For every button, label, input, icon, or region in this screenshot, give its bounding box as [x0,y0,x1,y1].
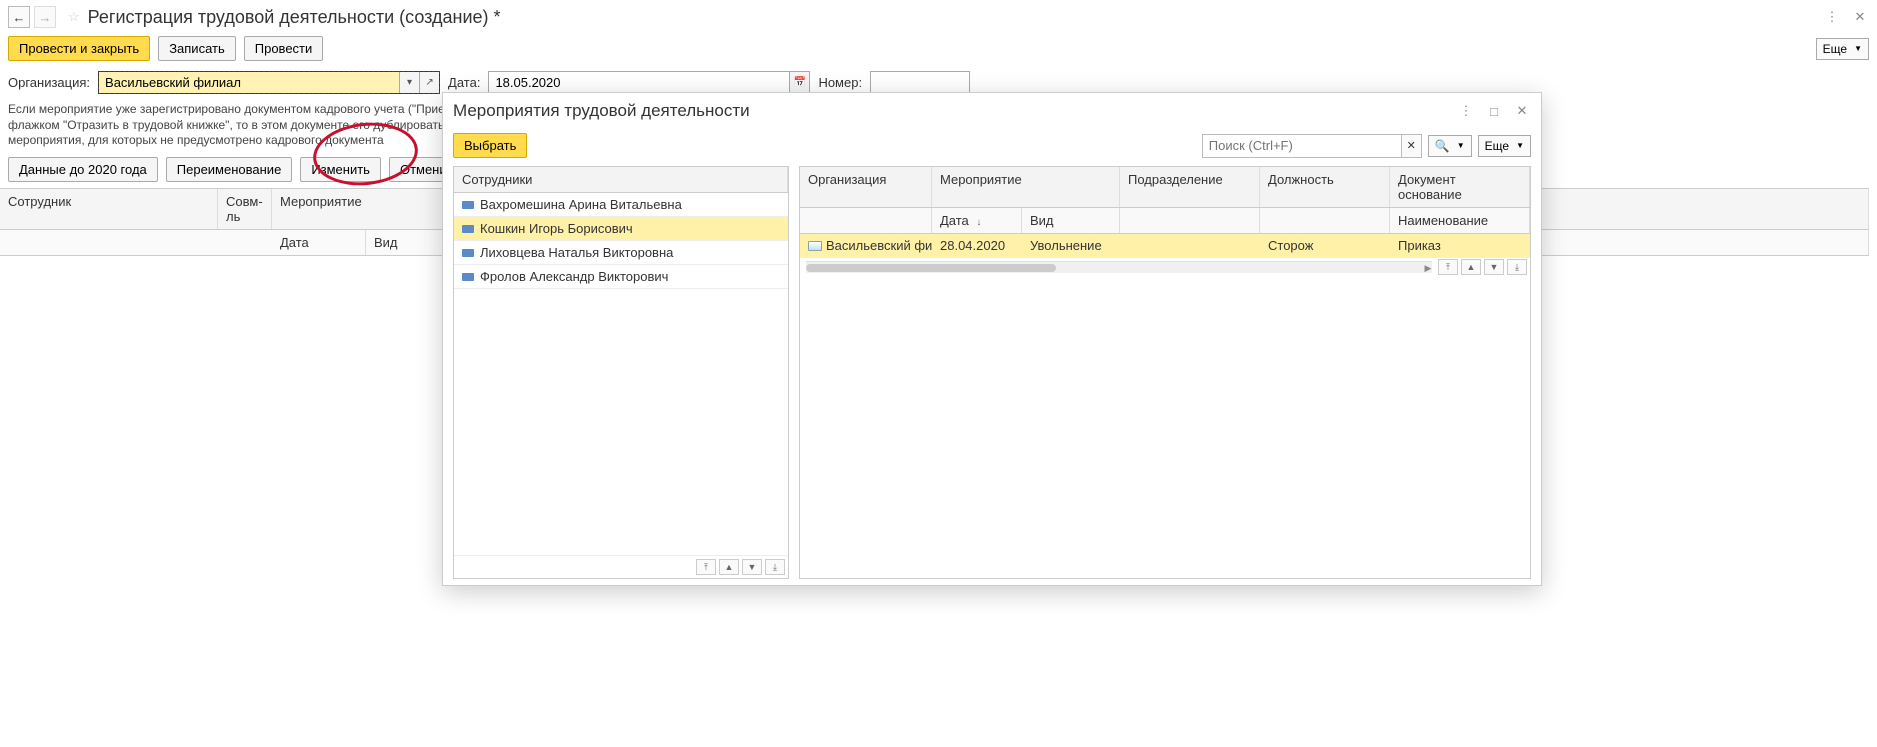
subcol-name[interactable]: Наименование [1390,208,1530,233]
employee-icon [462,273,474,281]
events-panel: Организация Мероприятие Подразделение До… [799,166,1531,579]
employee-row[interactable]: Фролов Александр Викторович [454,265,788,289]
select-button[interactable]: Выбрать [453,133,527,158]
employee-icon [462,201,474,209]
org-combo[interactable]: ▾ ↗ [98,71,440,94]
col-org[interactable]: Организация [800,167,932,207]
search-input[interactable] [1202,134,1402,158]
number-input[interactable] [870,71,970,94]
more-label: Еще [1823,42,1847,56]
col-date[interactable]: Дата [272,230,366,255]
post-and-close-button[interactable]: Провести и закрыть [8,36,150,61]
more-button-dialog[interactable]: Еще ▼ [1478,135,1531,157]
col-doc-base[interactable]: Документ основание [1390,167,1530,207]
post-button[interactable]: Провести [244,36,324,61]
horizontal-scrollbar[interactable]: ◀ ▶ [806,261,1432,273]
org-label: Организация: [8,75,90,90]
page-title: Регистрация трудовой деятельности (созда… [88,7,501,28]
event-row[interactable]: Васильевский фи… 28.04.2020 Увольнение С… [800,234,1530,257]
col-event[interactable]: Мероприятие [932,167,1120,207]
employee-name: Лиховцева Наталья Викторовна [480,245,673,260]
search-clear-icon[interactable]: ✕ [1402,134,1422,158]
scroll-up-icon[interactable]: ▲ [1461,259,1481,275]
scroll-top-icon[interactable]: ⤒ [696,559,716,575]
save-button[interactable]: Записать [158,36,236,61]
scroll-right-icon[interactable]: ▶ [1422,262,1434,274]
nav-forward-button[interactable]: → [34,6,56,28]
scroll-bottom-icon[interactable]: ⤓ [765,559,785,575]
employee-row[interactable]: Кошкин Игорь Борисович [454,217,788,241]
employees-header[interactable]: Сотрудники [454,167,788,192]
dialog-close-icon[interactable]: ✕ [1513,102,1531,120]
employee-name: Кошкин Игорь Борисович [480,221,633,236]
employees-panel: Сотрудники Вахромешина Арина Витальевна К… [453,166,789,579]
scroll-top-icon[interactable]: ⤒ [1438,259,1458,275]
employee-row[interactable]: Вахромешина Арина Витальевна [454,193,788,217]
chevron-down-icon: ▼ [1516,141,1524,150]
nav-back-button[interactable]: ← [8,6,30,28]
employee-icon [462,249,474,257]
dialog-kebab-icon[interactable]: ⋮ [1457,102,1475,120]
events-dialog: Мероприятия трудовой деятельности ⋮ □ ✕ … [442,92,1542,586]
rename-button[interactable]: Переименование [166,157,293,182]
org-dropdown-icon[interactable]: ▾ [399,72,419,93]
subcol-date[interactable]: Дата ↓ [932,208,1022,233]
dialog-maximize-icon[interactable]: □ [1485,102,1503,120]
more-button-main[interactable]: Еще ▼ [1816,38,1869,60]
number-label: Номер: [818,75,862,90]
col-employee[interactable]: Сотрудник [0,189,218,229]
col-sovm[interactable]: Совм-ль [218,189,272,229]
dialog-title: Мероприятия трудовой деятельности [453,101,750,121]
date-label: Дата: [448,75,480,90]
col-position[interactable]: Должность [1260,167,1390,207]
employee-row[interactable]: Лиховцева Наталья Викторовна [454,241,788,265]
org-input[interactable] [99,72,399,93]
sort-asc-icon: ↓ [976,217,981,228]
subcol-kind[interactable]: Вид [1022,208,1120,233]
favorite-star-icon[interactable]: ☆ [68,9,80,25]
col-dept[interactable]: Подразделение [1120,167,1260,207]
org-open-icon[interactable]: ↗ [419,72,439,93]
employee-icon [462,225,474,233]
close-icon[interactable]: ✕ [1851,8,1869,26]
scrollbar-thumb[interactable] [806,264,1056,272]
search-run-button[interactable]: 🔍 ▼ [1428,135,1472,157]
search-icon: 🔍 [1435,139,1450,153]
chevron-down-icon: ▼ [1854,44,1862,53]
chevron-down-icon: ▼ [1457,141,1465,150]
scroll-up-icon[interactable]: ▲ [719,559,739,575]
scroll-down-icon[interactable]: ▼ [742,559,762,575]
employee-name: Фролов Александр Викторович [480,269,668,284]
data-before-2020-button[interactable]: Данные до 2020 года [8,157,158,182]
edit-button[interactable]: Изменить [300,157,381,182]
date-input[interactable] [489,72,789,93]
kebab-icon[interactable]: ⋮ [1823,8,1841,26]
employee-name: Вахромешина Арина Витальевна [480,197,682,212]
calendar-icon[interactable]: 📅 [789,72,809,93]
scroll-down-icon[interactable]: ▼ [1484,259,1504,275]
org-icon [808,241,822,251]
scroll-bottom-icon[interactable]: ⤓ [1507,259,1527,275]
